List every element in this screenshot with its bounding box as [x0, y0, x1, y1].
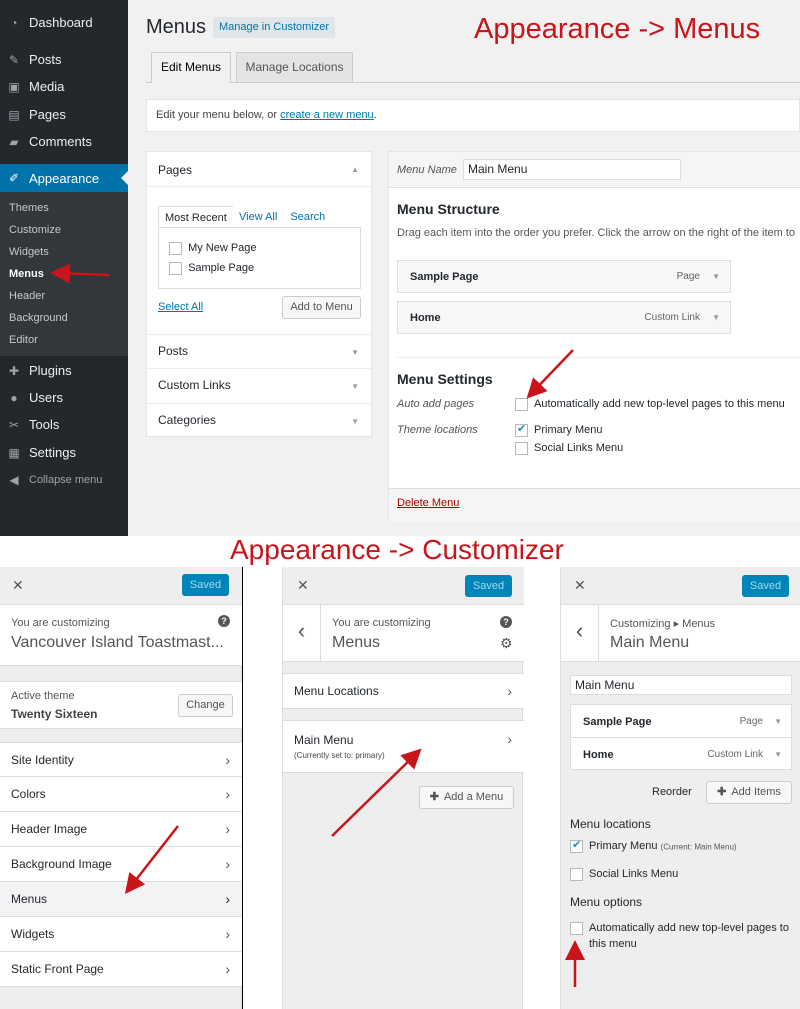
- arrow-main-menu: [331, 748, 422, 837]
- annotation-arrows: [50, 263, 585, 987]
- arrow-menus-section: [124, 825, 179, 894]
- arrow-menus-submenu: [50, 263, 111, 284]
- arrow-auto-add: [526, 349, 574, 399]
